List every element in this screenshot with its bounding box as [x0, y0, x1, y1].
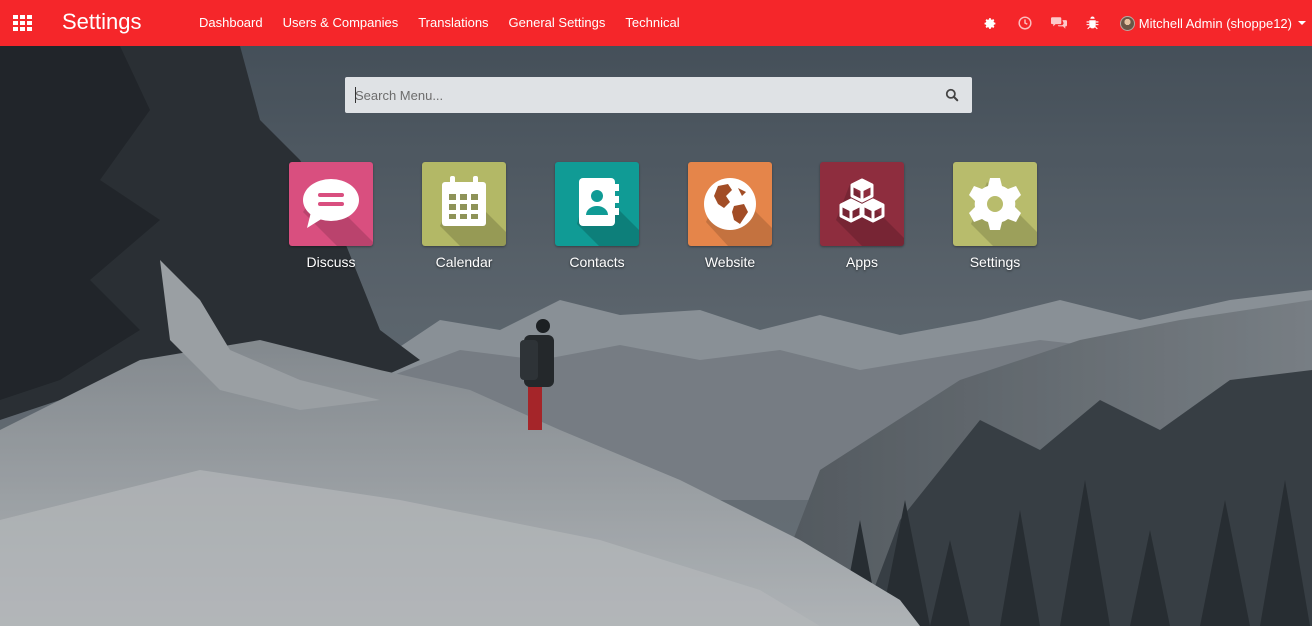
activities-button[interactable] [1008, 0, 1042, 46]
app-calendar[interactable]: Calendar [409, 162, 519, 272]
menu-users-companies[interactable]: Users & Companies [273, 0, 409, 46]
search-icon[interactable] [932, 77, 972, 113]
app-contacts[interactable]: Contacts [542, 162, 652, 272]
app-tile [289, 162, 373, 246]
menu-technical[interactable]: Technical [615, 0, 689, 46]
top-navbar: Settings Dashboard Users & Companies Tra… [0, 0, 1312, 46]
debug-mode-button[interactable] [1076, 0, 1110, 46]
menu-translations[interactable]: Translations [408, 0, 498, 46]
app-label: Discuss [306, 254, 356, 270]
menu-search [345, 77, 972, 113]
app-label: Contacts [569, 254, 625, 270]
app-label: Calendar [435, 254, 493, 270]
calendar-icon [442, 176, 486, 226]
menu-general-settings[interactable]: General Settings [499, 0, 616, 46]
debug-tools-button[interactable] [974, 0, 1008, 46]
app-tile [422, 162, 506, 246]
messages-button[interactable] [1042, 0, 1076, 46]
text-cursor [355, 87, 356, 103]
app-label: Settings [969, 254, 1021, 270]
search-input[interactable] [345, 77, 932, 113]
app-apps[interactable]: Apps [807, 162, 917, 272]
systray: Mitchell Admin (shoppe12) [974, 0, 1312, 46]
address-book-icon [579, 178, 619, 226]
bug-icon [1086, 16, 1099, 30]
avatar [1119, 15, 1135, 31]
app-tile [555, 162, 639, 246]
chat-bubble-icon [303, 179, 359, 228]
grid-icon [13, 15, 32, 31]
app-discuss[interactable]: Discuss [276, 162, 386, 272]
main-menu: Dashboard Users & Companies Translations… [189, 0, 690, 46]
small-gear-icon [984, 17, 996, 29]
app-tile [688, 162, 772, 246]
clock-icon [1018, 16, 1032, 30]
globe-icon [704, 178, 756, 230]
menu-dashboard[interactable]: Dashboard [189, 0, 273, 46]
app-settings[interactable]: Settings [940, 162, 1050, 272]
app-title[interactable]: Settings [62, 9, 142, 35]
user-name: Mitchell Admin (shoppe12) [1138, 15, 1292, 31]
app-label: Website [704, 254, 756, 270]
app-website[interactable]: Website [675, 162, 785, 272]
app-tile [820, 162, 904, 246]
caret-down-icon [1298, 21, 1306, 25]
app-label: Apps [846, 254, 878, 270]
user-menu[interactable]: Mitchell Admin (shoppe12) [1110, 0, 1312, 46]
apps-menu-toggle[interactable] [13, 13, 33, 33]
app-tile [953, 162, 1037, 246]
cubes-icon [839, 178, 885, 223]
chat-icon [1050, 17, 1067, 29]
gear-icon [969, 178, 1021, 230]
